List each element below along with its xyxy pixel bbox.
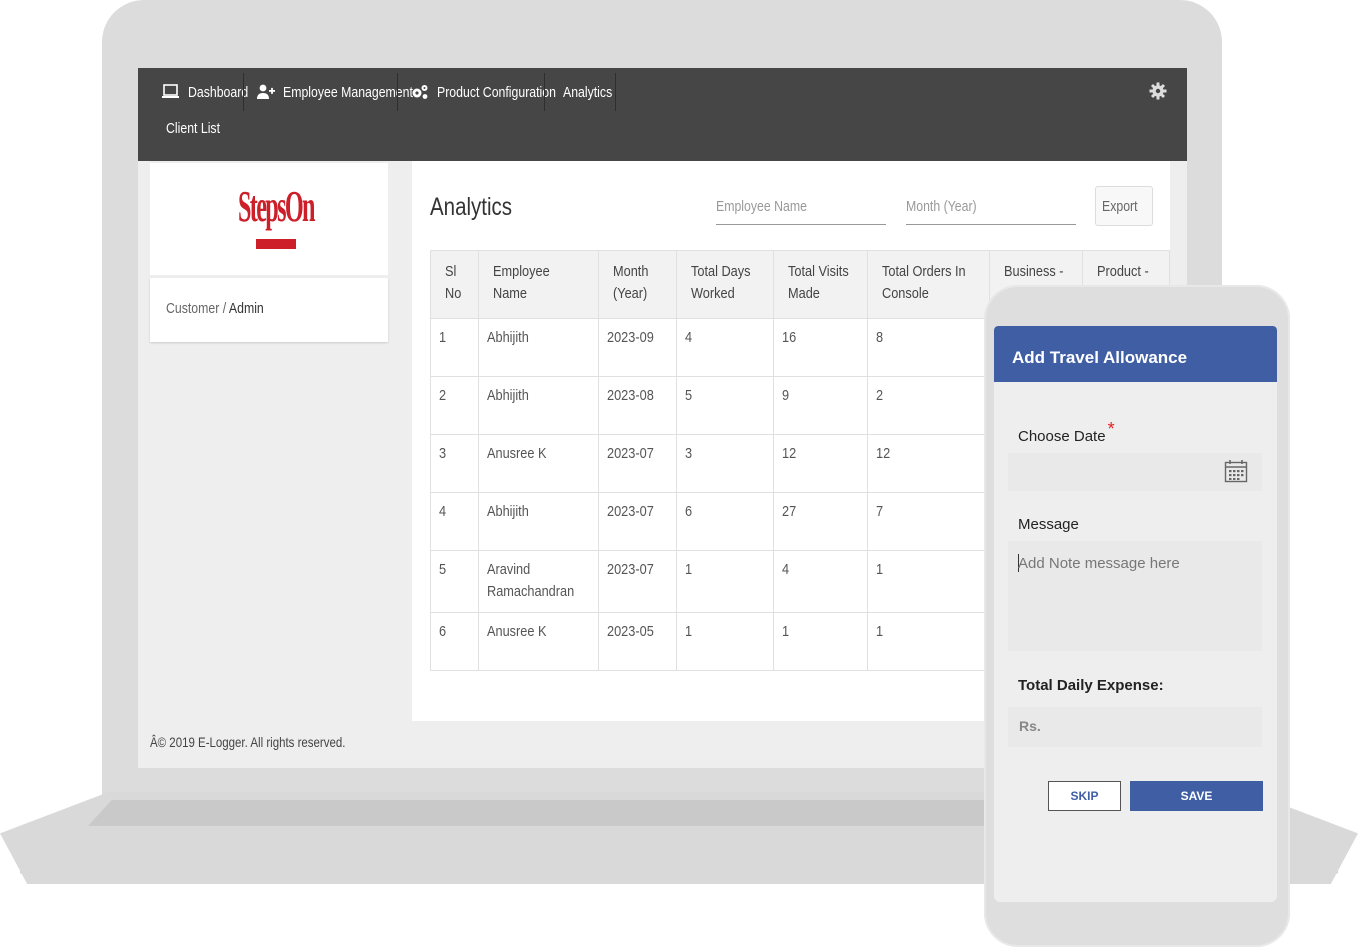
nav-product-configuration[interactable]: Product Configuration bbox=[411, 73, 582, 111]
employee-name-filter[interactable]: Employee Name bbox=[716, 198, 886, 225]
page-title: Analytics bbox=[430, 193, 513, 221]
cell-month: 2023-07 bbox=[597, 434, 677, 493]
message-placeholder: Add Note message here bbox=[1018, 555, 1180, 572]
column-header: Total Orders In Console bbox=[867, 250, 990, 319]
message-label: Message bbox=[1018, 516, 1079, 533]
cell-orders: 7 bbox=[867, 492, 990, 551]
modal-header: Add Travel Allowance bbox=[994, 326, 1277, 382]
nav-divider bbox=[544, 73, 545, 111]
cell-sl: 3 bbox=[429, 434, 480, 493]
company-logo: StepsOn bbox=[238, 182, 316, 231]
cell-orders: 1 bbox=[867, 612, 990, 671]
cell-sl: 6 bbox=[429, 612, 480, 671]
cell-visits: 27 bbox=[772, 492, 869, 551]
cell-days-worked: 4 bbox=[675, 318, 774, 377]
column-header: Month (Year) bbox=[597, 250, 677, 319]
cell-employee-name: Abhijith bbox=[478, 492, 599, 551]
top-navbar: Dashboard Employee Management Product Co… bbox=[138, 68, 1187, 161]
logo-card: StepsOn bbox=[150, 163, 388, 275]
nav-label: Analytics bbox=[563, 83, 613, 101]
cell-days-worked: 6 bbox=[675, 492, 774, 551]
total-daily-expense-label: Total Daily Expense: bbox=[1018, 677, 1164, 694]
column-header: Total Days Worked bbox=[675, 250, 774, 319]
cell-visits: 1 bbox=[772, 612, 869, 671]
nav-dashboard[interactable]: Dashboard bbox=[162, 73, 261, 111]
cell-visits: 9 bbox=[772, 376, 869, 435]
gear-icon[interactable] bbox=[1149, 82, 1167, 100]
cell-sl: 5 bbox=[429, 550, 480, 613]
cell-days-worked: 3 bbox=[675, 434, 774, 493]
footer-copyright: Â© 2019 E-Logger. All rights reserved. bbox=[150, 734, 346, 750]
column-header: Sl No bbox=[429, 250, 480, 319]
cell-days-worked: 1 bbox=[675, 550, 774, 613]
month-year-filter[interactable]: Month (Year) bbox=[906, 198, 1076, 225]
cell-employee-name: Abhijith bbox=[478, 376, 599, 435]
cell-visits: 16 bbox=[772, 318, 869, 377]
message-textarea[interactable]: Add Note message here bbox=[1008, 541, 1262, 651]
cell-orders: 8 bbox=[867, 318, 990, 377]
logo-tagline-bar bbox=[256, 239, 296, 249]
cell-month: 2023-08 bbox=[597, 376, 677, 435]
cell-employee-name: Anusree K bbox=[478, 434, 599, 493]
nav-divider bbox=[615, 73, 616, 111]
nav-label: Dashboard bbox=[188, 83, 249, 101]
nav-divider bbox=[243, 73, 244, 111]
skip-button[interactable]: SKIP bbox=[1048, 781, 1121, 811]
choose-date-label: Choose Date * bbox=[1018, 419, 1115, 445]
cell-month: 2023-07 bbox=[597, 550, 677, 613]
calendar-icon[interactable] bbox=[1224, 459, 1248, 483]
user-plus-icon bbox=[257, 84, 275, 99]
laptop-icon bbox=[162, 84, 179, 98]
nav-client-list[interactable]: Client List bbox=[166, 120, 232, 137]
cell-visits: 12 bbox=[772, 434, 869, 493]
breadcrumb: Customer / Admin bbox=[150, 278, 388, 342]
save-button[interactable]: SAVE bbox=[1130, 781, 1263, 811]
breadcrumb-separator: / bbox=[222, 300, 227, 317]
cell-visits: 4 bbox=[772, 550, 869, 613]
column-header: Total Visits Made bbox=[772, 250, 869, 319]
cell-orders: 12 bbox=[867, 434, 990, 493]
cell-employee-name: Anusree K bbox=[478, 612, 599, 671]
date-picker-field[interactable] bbox=[1008, 453, 1262, 491]
cell-month: 2023-05 bbox=[597, 612, 677, 671]
cell-sl: 2 bbox=[429, 376, 480, 435]
nav-label: Employee Management bbox=[283, 83, 413, 101]
nav-divider bbox=[397, 73, 398, 111]
expense-placeholder: Rs. bbox=[1019, 718, 1041, 734]
column-header: Employee Name bbox=[478, 250, 599, 319]
breadcrumb-parent[interactable]: Customer bbox=[166, 300, 219, 317]
expense-input[interactable]: Rs. bbox=[1008, 707, 1262, 747]
required-marker: * bbox=[1107, 419, 1115, 439]
export-button[interactable]: Export bbox=[1095, 186, 1153, 226]
breadcrumb-current: Admin bbox=[228, 300, 264, 317]
cell-days-worked: 5 bbox=[675, 376, 774, 435]
cell-days-worked: 1 bbox=[675, 612, 774, 671]
cell-orders: 2 bbox=[867, 376, 990, 435]
cell-sl: 4 bbox=[429, 492, 480, 551]
cell-month: 2023-07 bbox=[597, 492, 677, 551]
cell-sl: 1 bbox=[429, 318, 480, 377]
cell-employee-name: Abhijith bbox=[478, 318, 599, 377]
nav-label: Product Configuration bbox=[437, 83, 556, 101]
cell-orders: 1 bbox=[867, 550, 990, 613]
modal-title: Add Travel Allowance bbox=[1012, 348, 1188, 367]
gears-icon bbox=[412, 85, 428, 99]
cell-month: 2023-09 bbox=[597, 318, 677, 377]
phone-frame: Add Travel Allowance Choose Date * Messag… bbox=[984, 285, 1290, 947]
travel-allowance-modal: Add Travel Allowance Choose Date * Messag… bbox=[994, 326, 1277, 902]
cell-employee-name: Aravind Ramachandran bbox=[478, 550, 599, 613]
